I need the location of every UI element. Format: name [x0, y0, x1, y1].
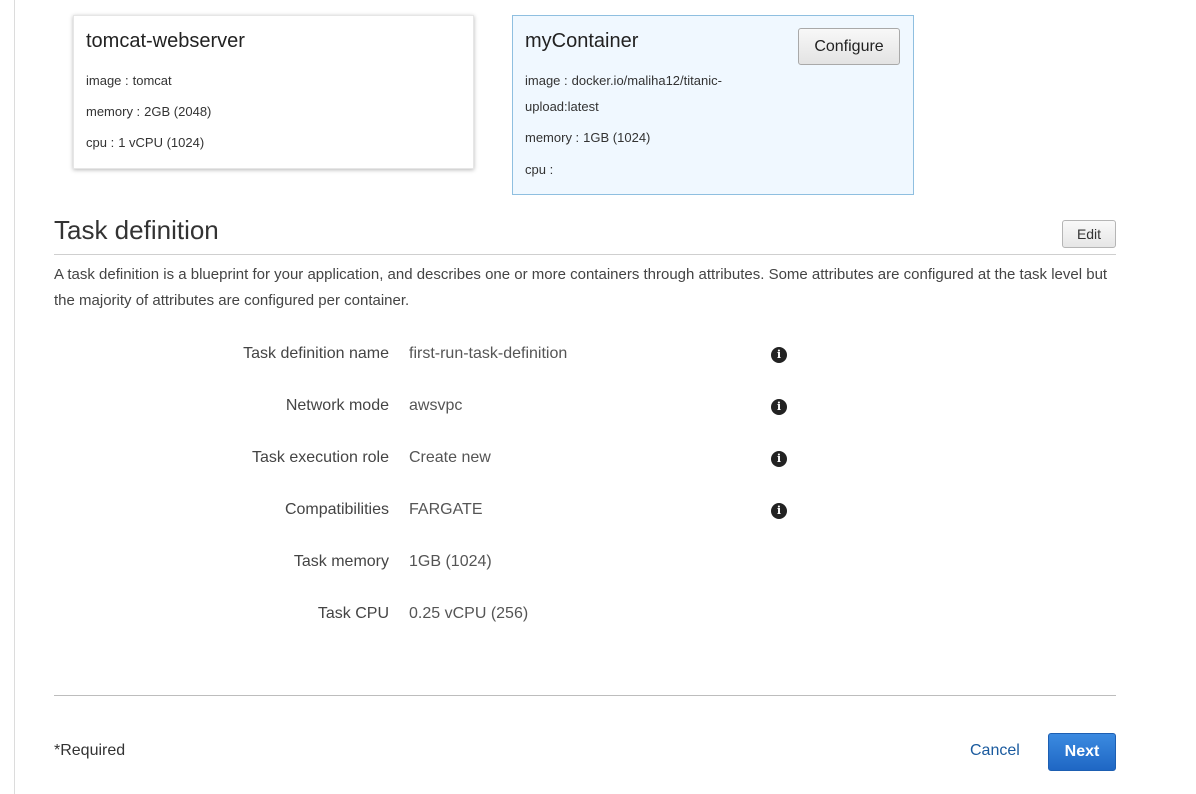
info-circle-icon[interactable]: i: [771, 399, 787, 415]
property-row-task-execution-role: Task execution role Create new i: [0, 449, 1196, 473]
property-label: Task execution role: [252, 449, 389, 466]
memory-value: 2GB (2048): [144, 104, 212, 119]
container-cpu-line: cpu :: [525, 162, 557, 177]
property-value: first-run-task-definition: [409, 345, 568, 362]
property-row-task-definition-name: Task definition name first-run-task-defi…: [0, 345, 1196, 369]
image-value-continued: upload:latest: [525, 99, 599, 114]
property-value: FARGATE: [409, 501, 483, 518]
section-divider: [54, 254, 1116, 255]
image-value: docker.io/maliha12/titanic-: [571, 73, 722, 88]
property-value: 0.25 vCPU (256): [409, 605, 529, 622]
container-cpu-line: cpu :1 vCPU (1024): [86, 135, 204, 150]
property-label: Network mode: [285, 397, 389, 414]
cpu-value: 1 vCPU (1024): [118, 135, 205, 150]
container-name: tomcat-webserver: [86, 30, 245, 52]
property-label: Compatibilities: [284, 501, 389, 518]
next-button[interactable]: Next: [1048, 733, 1116, 771]
edit-button[interactable]: Edit: [1062, 220, 1116, 248]
memory-label: memory :: [86, 104, 141, 119]
container-memory-line: memory :2GB (2048): [86, 104, 211, 119]
memory-label: memory :: [525, 130, 580, 145]
cancel-link[interactable]: Cancel: [970, 742, 1020, 760]
property-row-task-cpu: Task CPU 0.25 vCPU (256): [0, 605, 1196, 629]
property-label: Task memory: [293, 553, 389, 570]
page: tomcat-webserver image : tomcat memory :2…: [0, 0, 1196, 794]
image-value: tomcat: [132, 73, 172, 88]
container-name: myContainer: [525, 30, 639, 52]
image-label: image :: [525, 73, 568, 88]
property-label: Task definition name: [243, 345, 389, 362]
required-note: *Required: [54, 742, 126, 759]
property-value: 1GB (1024): [409, 553, 492, 570]
container-image-line-continued: upload:latest: [525, 99, 599, 114]
property-row-network-mode: Network mode awsvpc i: [0, 397, 1196, 421]
container-card-tomcat-webserver[interactable]: tomcat-webserver image : tomcat memory :2…: [73, 15, 474, 169]
container-image-line: image : docker.io/maliha12/titanic-: [525, 73, 722, 88]
configure-button[interactable]: Configure: [798, 28, 900, 65]
property-row-task-memory: Task memory 1GB (1024): [0, 553, 1196, 577]
property-value: Create new: [409, 449, 491, 466]
memory-value: 1GB (1024): [583, 130, 651, 145]
section-description: A task definition is a blueprint for you…: [54, 266, 1108, 309]
cpu-label: cpu :: [525, 162, 554, 177]
info-circle-icon[interactable]: i: [771, 347, 787, 363]
container-image-line: image : tomcat: [86, 73, 172, 88]
container-memory-line: memory :1GB (1024): [525, 130, 650, 145]
container-card-mycontainer[interactable]: myContainer Configure image : docker.io/m…: [512, 15, 914, 195]
property-value: awsvpc: [409, 397, 463, 414]
image-label: image :: [86, 73, 129, 88]
info-circle-icon[interactable]: i: [771, 503, 787, 519]
section-title: Task definition: [54, 215, 219, 245]
footer-divider: [54, 695, 1116, 696]
cpu-label: cpu :: [86, 135, 115, 150]
property-row-compatibilities: Compatibilities FARGATE i: [0, 501, 1196, 525]
info-circle-icon[interactable]: i: [771, 451, 787, 467]
property-label: Task CPU: [317, 605, 389, 622]
